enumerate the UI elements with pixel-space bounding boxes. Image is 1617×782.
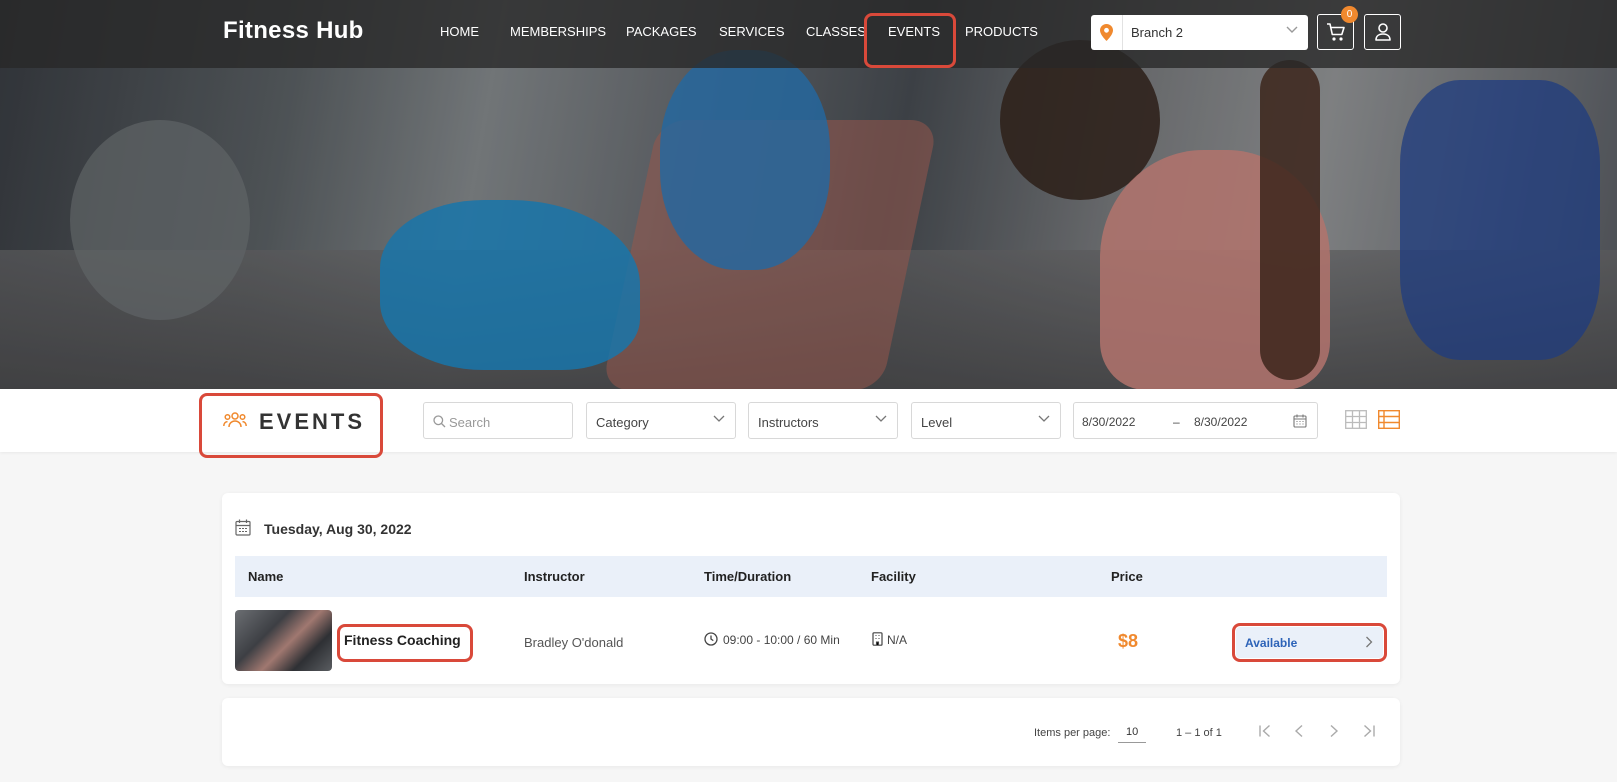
schedule-date: Tuesday, Aug 30, 2022 (264, 521, 412, 537)
items-per-page-label: Items per page: (1034, 727, 1111, 739)
nav-home[interactable]: HOME (440, 24, 479, 39)
page-range: 1 – 1 of 1 (1176, 727, 1222, 739)
nav-events-highlight (864, 13, 956, 68)
date-separator: – (1173, 415, 1180, 429)
building-icon (872, 632, 883, 646)
account-button[interactable] (1364, 14, 1401, 50)
nav-products[interactable]: PRODUCTS (965, 24, 1038, 39)
search-placeholder: Search (449, 415, 491, 430)
column-header-time: Time/Duration (704, 569, 792, 584)
search-input[interactable]: Search (423, 402, 573, 439)
cart-icon (1326, 23, 1346, 42)
calendar-icon[interactable] (1293, 414, 1307, 428)
paginator (222, 698, 1400, 766)
user-icon (1375, 23, 1391, 41)
list-view-icon[interactable] (1378, 410, 1400, 429)
grid-view-icon[interactable] (1345, 410, 1367, 429)
category-value: Category (596, 415, 649, 430)
column-header-price: Price (1111, 569, 1143, 584)
date-to[interactable]: 8/30/2022 (1194, 415, 1247, 429)
instructors-value: Instructors (758, 415, 819, 430)
first-page-icon[interactable] (1258, 724, 1272, 738)
nav-memberships[interactable]: MEMBERSHIPS (510, 24, 606, 39)
level-value: Level (921, 415, 953, 430)
event-facility: N/A (887, 633, 908, 647)
nav-services[interactable]: SERVICES (719, 24, 785, 39)
event-instructor: Bradley O'donald (524, 635, 624, 650)
event-thumbnail[interactable] (235, 610, 332, 671)
nav-packages[interactable]: PACKAGES (626, 24, 697, 39)
chevron-down-icon (713, 415, 725, 423)
branch-value: Branch 2 (1131, 25, 1184, 40)
items-per-page-select[interactable]: 10 (1118, 721, 1146, 743)
table-header (235, 556, 1387, 597)
search-icon (433, 415, 446, 428)
location-pin-icon (1100, 24, 1113, 41)
event-price: $8 (1118, 631, 1139, 651)
page-title-highlight (199, 393, 383, 458)
available-button-highlight (1232, 623, 1387, 662)
instructors-select[interactable]: Instructors (748, 402, 898, 439)
column-header-name: Name (248, 569, 284, 584)
category-select[interactable]: Category (586, 402, 736, 439)
column-header-facility: Facility (871, 569, 916, 584)
chevron-down-icon (875, 415, 887, 423)
cart-count-badge: 0 (1341, 6, 1358, 23)
event-name-highlight (337, 624, 473, 662)
column-header-instructor: Instructor (524, 569, 585, 584)
previous-page-icon[interactable] (1294, 724, 1304, 738)
level-select[interactable]: Level (911, 402, 1061, 439)
date-from[interactable]: 8/30/2022 (1082, 415, 1135, 429)
nav-classes[interactable]: CLASSES (806, 24, 866, 39)
chevron-down-icon (1038, 415, 1050, 423)
date-range-picker[interactable]: 8/30/2022 – 8/30/2022 (1073, 402, 1318, 439)
last-page-icon[interactable] (1362, 724, 1376, 738)
next-page-icon[interactable] (1329, 724, 1339, 738)
chevron-down-icon (1286, 26, 1298, 34)
clock-icon (704, 632, 718, 646)
branch-select[interactable]: Branch 2 (1091, 15, 1308, 50)
calendar-icon (235, 519, 251, 536)
event-time: 09:00 - 10:00 / 60 Min (723, 633, 840, 647)
brand-logo[interactable]: Fitness Hub (223, 17, 364, 45)
